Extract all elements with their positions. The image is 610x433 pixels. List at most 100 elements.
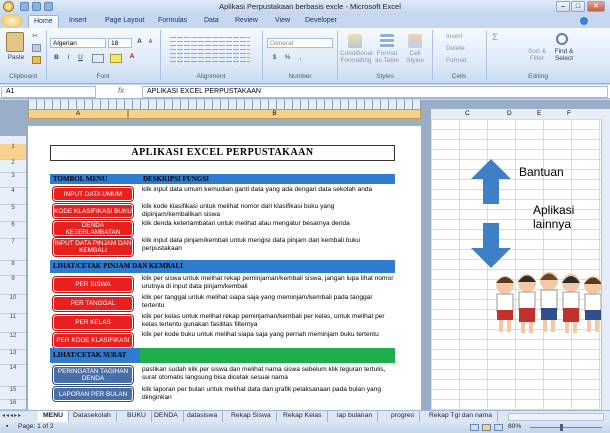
input-data-pinjam-button[interactable]: INPUT DATA PINJAM DAN KEMBALI [53,238,133,256]
find-select-button[interactable]: Find & Select [551,48,577,62]
page-break-view-icon[interactable] [494,424,503,431]
maximize-button[interactable]: □ [571,1,585,12]
format-as-table-icon[interactable] [380,34,394,48]
sheet-tab-progres[interactable]: progres [386,411,421,422]
copy-icon[interactable] [32,44,41,52]
per-tanggal-button[interactable]: PER TANGGAL [53,296,133,311]
row-header[interactable]: 10 [0,295,26,314]
bold-button[interactable]: B [52,54,61,61]
font-size-combo[interactable]: 18 [108,38,132,48]
minimize-button[interactable]: – [556,1,570,12]
sheet-nav-arrows[interactable]: ◂◂◂▸▸ [2,412,36,422]
horizontal-scrollbar[interactable] [508,413,604,421]
tab-formulas[interactable]: Formulas [153,15,192,28]
sheet-tab-datasiswa[interactable]: datasiswa [182,411,224,422]
delete-cells-button[interactable]: Delete [446,45,476,52]
sheet-tab-menu[interactable]: MENU [38,411,70,422]
cell-styles-button[interactable]: Cell Styles [402,50,428,64]
tab-page-layout[interactable]: Page Layout [100,15,149,28]
redo-icon[interactable] [44,2,53,11]
column-header-d[interactable]: D [507,110,512,117]
bantuan-label[interactable]: Bantuan [519,165,564,179]
conditional-formatting-icon[interactable] [348,34,362,48]
row-header[interactable]: 1 [0,144,26,160]
format-as-table-button[interactable]: Format as Table [372,50,402,64]
sheet-tab-buku[interactable]: BUKU [122,411,152,422]
row-header[interactable]: 5 [0,205,26,222]
cell-styles-icon[interactable] [408,34,422,48]
row-header[interactable]: 12 [0,333,26,350]
row-header[interactable]: 8 [0,261,26,276]
name-box[interactable]: A1 [1,86,96,98]
column-header-e[interactable]: E [537,110,541,117]
bantuan-arrow-icon[interactable] [471,159,511,204]
tab-data[interactable]: Data [199,15,224,28]
per-kelas-button[interactable]: PER KELAS [53,315,133,330]
tab-insert[interactable]: Insert [64,15,92,28]
sheet-tab-rekap-tgl[interactable]: Rekap Tgl dan nama [424,411,498,422]
row-header[interactable]: 11 [0,314,26,333]
font-name-combo[interactable]: Algerian [50,38,106,48]
column-header-f[interactable]: F [567,110,571,117]
tab-home[interactable]: Home [28,15,59,28]
alignment-buttons[interactable] [170,37,250,65]
format-painter-icon[interactable] [32,56,41,64]
fx-icon[interactable]: fx [118,86,138,98]
kode-klasifikasi-buku-button[interactable]: KODE KLASIFIKASI BUKU [53,204,133,218]
sheet-title[interactable]: APLIKASI EXCEL PERPUSTAKAAN [50,145,395,161]
cut-icon[interactable]: ✂ [32,32,41,40]
paste-button[interactable]: Paste [4,54,28,61]
format-cells-button[interactable]: Format [446,57,476,64]
currency-button[interactable]: $ [270,54,279,61]
vertical-scrollbar[interactable] [601,119,610,410]
tab-review[interactable]: Review [230,15,263,28]
row-header[interactable]: 15 [0,387,26,400]
conditional-formatting-button[interactable]: Conditional Formatting [340,50,373,64]
save-icon[interactable] [20,2,29,11]
per-kode-klasifikasi-button[interactable]: PER KODE KLASIFIKASI [53,333,133,348]
sort-filter-button[interactable]: Sort & Filter [524,48,550,62]
tab-developer[interactable]: Developer [300,15,342,28]
row-header[interactable]: 2 [0,160,26,173]
help-icon[interactable] [580,17,588,25]
laporan-per-bulan-button[interactable]: LAPORAN PER BULAN [53,387,133,401]
peringatan-tagihan-button[interactable]: PERINGATAN TAGIHAN DENDA [53,366,133,384]
insert-cells-button[interactable]: Insert [446,33,476,40]
zoom-level[interactable]: 80% [508,423,521,430]
row-header[interactable]: 16 [0,400,26,410]
aplikasi-lainnya-label[interactable]: Aplikasi lainnya [533,203,574,231]
italic-button[interactable]: I [64,54,73,61]
per-siswa-button[interactable]: PER SISWA [53,277,133,292]
page-layout-view-icon[interactable] [482,424,491,431]
grow-font-button[interactable]: A [135,38,144,45]
shrink-font-button[interactable]: A [146,39,155,45]
zoom-slider-thumb[interactable] [560,424,563,431]
sheet-tab-rekap-siswa[interactable]: Rekap Siswa [226,411,277,422]
percent-button[interactable]: % [283,54,292,61]
aplikasi-lainnya-arrow-icon[interactable] [471,223,511,268]
fill-color-icon[interactable] [110,54,122,63]
find-icon[interactable] [556,33,568,45]
tab-view[interactable]: View [270,15,295,28]
sheet-tab-lap-bulanan[interactable]: lap bulanan [332,411,379,422]
zoom-slider-track[interactable] [530,427,602,428]
row-header[interactable]: 3 [0,173,26,188]
sheet-tab-datasekolah[interactable]: Datasekolah [68,411,117,422]
sheet-tab-rekap-kelas[interactable]: Rekap Kelas [278,411,328,422]
font-color-button[interactable]: A [127,53,137,60]
borders-icon[interactable] [92,54,104,63]
office-button-icon[interactable] [3,1,14,12]
normal-view-icon[interactable] [470,424,479,431]
worksheet-area[interactable]: A B C D E F 1 2 3 4 5 6 7 8 9 10 11 12 1… [0,100,610,410]
close-button[interactable]: ✕ [587,1,605,12]
paste-icon[interactable] [6,32,24,52]
row-header[interactable]: 13 [0,350,26,365]
column-header-a[interactable]: A [28,109,128,119]
comma-button[interactable]: , [296,54,305,61]
row-header[interactable]: 7 [0,239,26,261]
row-header[interactable]: 14 [0,365,26,387]
row-header[interactable]: 9 [0,276,26,295]
sheet-tab-denda[interactable]: DENDA [149,411,184,422]
input-data-umum-button[interactable]: INPUT DATA UMUM [53,187,133,201]
column-header-c[interactable]: C [465,110,470,117]
